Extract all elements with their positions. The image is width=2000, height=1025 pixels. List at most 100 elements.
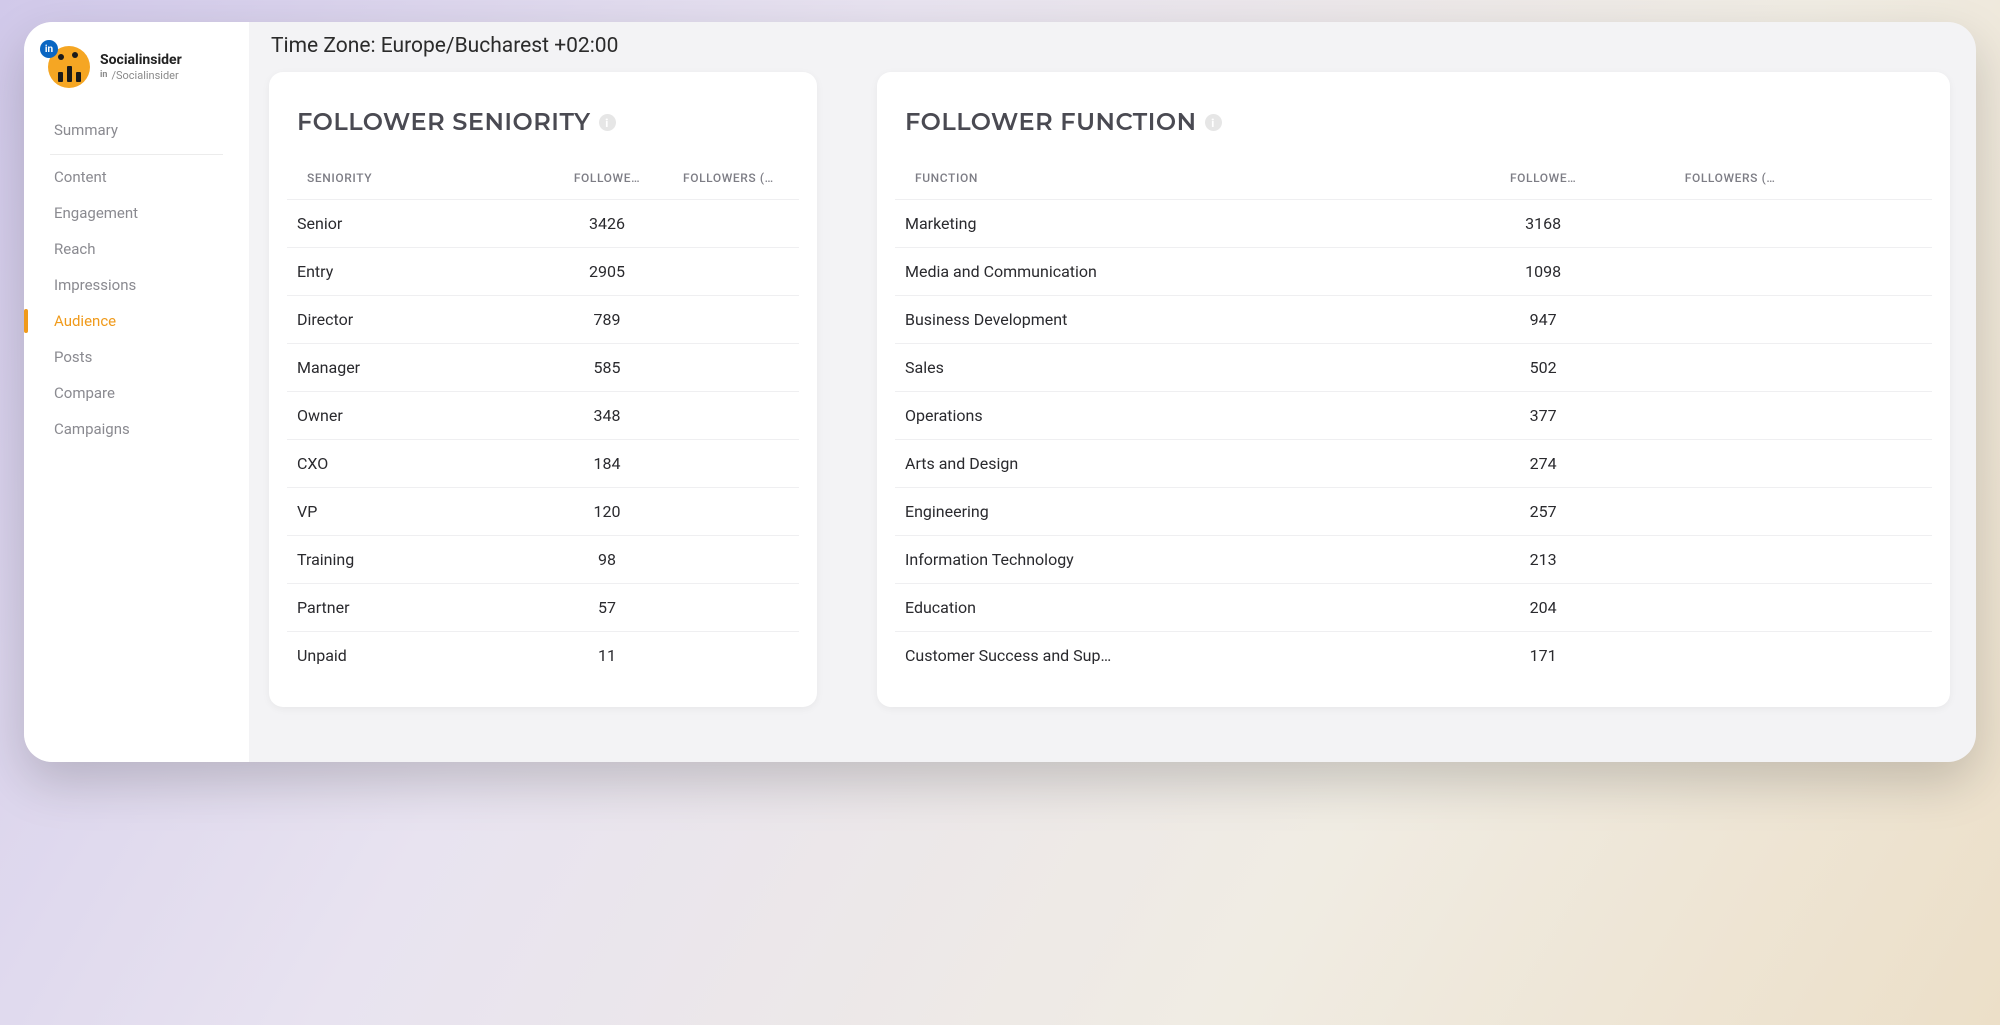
info-icon[interactable]: i	[1205, 114, 1222, 131]
row-label: Operations	[895, 392, 1414, 440]
row-label: Training	[287, 536, 543, 584]
row-value: 213	[1414, 536, 1673, 584]
card-title-function-text: FOLLOWER FUNCTION	[905, 108, 1197, 137]
row-label: Director	[287, 296, 543, 344]
table-row[interactable]: Partner57	[287, 584, 799, 632]
profile-handle: in /Socialinsider	[100, 69, 182, 82]
row-pct	[671, 344, 799, 392]
linkedin-mini-icon: in	[100, 70, 107, 81]
col-header-followers[interactable]: FOLLOWE…	[543, 161, 671, 200]
timezone-label: Time Zone: Europe/Bucharest +02:00	[269, 34, 1950, 58]
table-row[interactable]: Marketing3168	[895, 200, 1932, 248]
table-row[interactable]: CXO184	[287, 440, 799, 488]
sidebar-item-posts[interactable]: Posts	[24, 339, 249, 375]
seniority-table: SENIORITY FOLLOWE… FOLLOWERS (… Senior34…	[287, 161, 799, 679]
sidebar-item-audience[interactable]: Audience	[24, 303, 249, 339]
table-row[interactable]: Entry2905	[287, 248, 799, 296]
app-window: in Socialinsider in /Socialinsider Summa…	[24, 22, 1976, 762]
row-label: Arts and Design	[895, 440, 1414, 488]
row-pct	[671, 200, 799, 248]
row-label: VP	[287, 488, 543, 536]
row-value: 377	[1414, 392, 1673, 440]
row-value: 1098	[1414, 248, 1673, 296]
sidebar-item-content[interactable]: Content	[24, 159, 249, 195]
profile-handle-text: /Socialinsider	[111, 69, 178, 82]
row-value: 11	[543, 632, 671, 680]
row-label: Senior	[287, 200, 543, 248]
row-label: CXO	[287, 440, 543, 488]
linkedin-badge-icon: in	[40, 40, 58, 58]
row-label: Unpaid	[287, 632, 543, 680]
table-row[interactable]: Sales502	[895, 344, 1932, 392]
card-title-function: FOLLOWER FUNCTION i	[895, 108, 1932, 137]
row-label: Media and Communication	[895, 248, 1414, 296]
sidebar-item-reach[interactable]: Reach	[24, 231, 249, 267]
row-label: Business Development	[895, 296, 1414, 344]
row-pct	[671, 440, 799, 488]
profile-header[interactable]: in Socialinsider in /Socialinsider	[24, 46, 249, 106]
col-header-followers-pct[interactable]: FOLLOWERS (…	[671, 161, 799, 200]
table-row[interactable]: Business Development947	[895, 296, 1932, 344]
profile-name: Socialinsider	[100, 52, 182, 69]
row-value: 585	[543, 344, 671, 392]
row-value: 204	[1414, 584, 1673, 632]
table-row[interactable]: Education204	[895, 584, 1932, 632]
row-value: 274	[1414, 440, 1673, 488]
row-pct	[1673, 344, 1932, 392]
info-icon[interactable]: i	[599, 114, 616, 131]
row-label: Information Technology	[895, 536, 1414, 584]
table-row[interactable]: Senior3426	[287, 200, 799, 248]
row-pct	[1673, 248, 1932, 296]
col-header-followers-pct[interactable]: FOLLOWERS (…	[1673, 161, 1932, 200]
sidebar-nav: Summary ContentEngagementReachImpressions…	[24, 106, 249, 453]
sidebar-item-summary[interactable]: Summary	[24, 112, 249, 148]
sidebar-item-campaigns[interactable]: Campaigns	[24, 411, 249, 447]
function-table: FUNCTION FOLLOWE… FOLLOWERS (… Marketing…	[895, 161, 1932, 679]
row-label: Sales	[895, 344, 1414, 392]
table-row[interactable]: Information Technology213	[895, 536, 1932, 584]
table-row[interactable]: Customer Success and Sup…171	[895, 632, 1932, 680]
row-pct	[671, 248, 799, 296]
row-pct	[671, 392, 799, 440]
row-value: 502	[1414, 344, 1673, 392]
row-label: Marketing	[895, 200, 1414, 248]
table-row[interactable]: Owner348	[287, 392, 799, 440]
table-row[interactable]: Unpaid11	[287, 632, 799, 680]
row-value: 947	[1414, 296, 1673, 344]
avatar: in	[48, 46, 90, 88]
row-pct	[1673, 296, 1932, 344]
table-row[interactable]: Operations377	[895, 392, 1932, 440]
table-row[interactable]: Arts and Design274	[895, 440, 1932, 488]
row-label: Customer Success and Sup…	[895, 632, 1414, 680]
col-header-seniority[interactable]: SENIORITY	[287, 161, 543, 200]
row-value: 789	[543, 296, 671, 344]
row-value: 120	[543, 488, 671, 536]
table-row[interactable]: Engineering257	[895, 488, 1932, 536]
col-header-function[interactable]: FUNCTION	[895, 161, 1414, 200]
row-pct	[671, 584, 799, 632]
row-pct	[671, 488, 799, 536]
nav-separator	[50, 154, 223, 155]
sidebar: in Socialinsider in /Socialinsider Summa…	[24, 22, 249, 762]
table-row[interactable]: Manager585	[287, 344, 799, 392]
sidebar-item-compare[interactable]: Compare	[24, 375, 249, 411]
table-row[interactable]: Media and Communication1098	[895, 248, 1932, 296]
row-value: 171	[1414, 632, 1673, 680]
row-value: 2905	[543, 248, 671, 296]
sidebar-item-impressions[interactable]: Impressions	[24, 267, 249, 303]
row-value: 257	[1414, 488, 1673, 536]
table-row[interactable]: Training98	[287, 536, 799, 584]
row-label: Partner	[287, 584, 543, 632]
row-pct	[1673, 536, 1932, 584]
row-pct	[1673, 632, 1932, 680]
sidebar-item-engagement[interactable]: Engagement	[24, 195, 249, 231]
table-row[interactable]: Director789	[287, 296, 799, 344]
col-header-followers[interactable]: FOLLOWE…	[1414, 161, 1673, 200]
row-value: 348	[543, 392, 671, 440]
card-title-seniority: FOLLOWER SENIORITY i	[287, 108, 799, 137]
row-pct	[1673, 488, 1932, 536]
table-row[interactable]: VP120	[287, 488, 799, 536]
row-value: 57	[543, 584, 671, 632]
row-value: 184	[543, 440, 671, 488]
row-label: Engineering	[895, 488, 1414, 536]
